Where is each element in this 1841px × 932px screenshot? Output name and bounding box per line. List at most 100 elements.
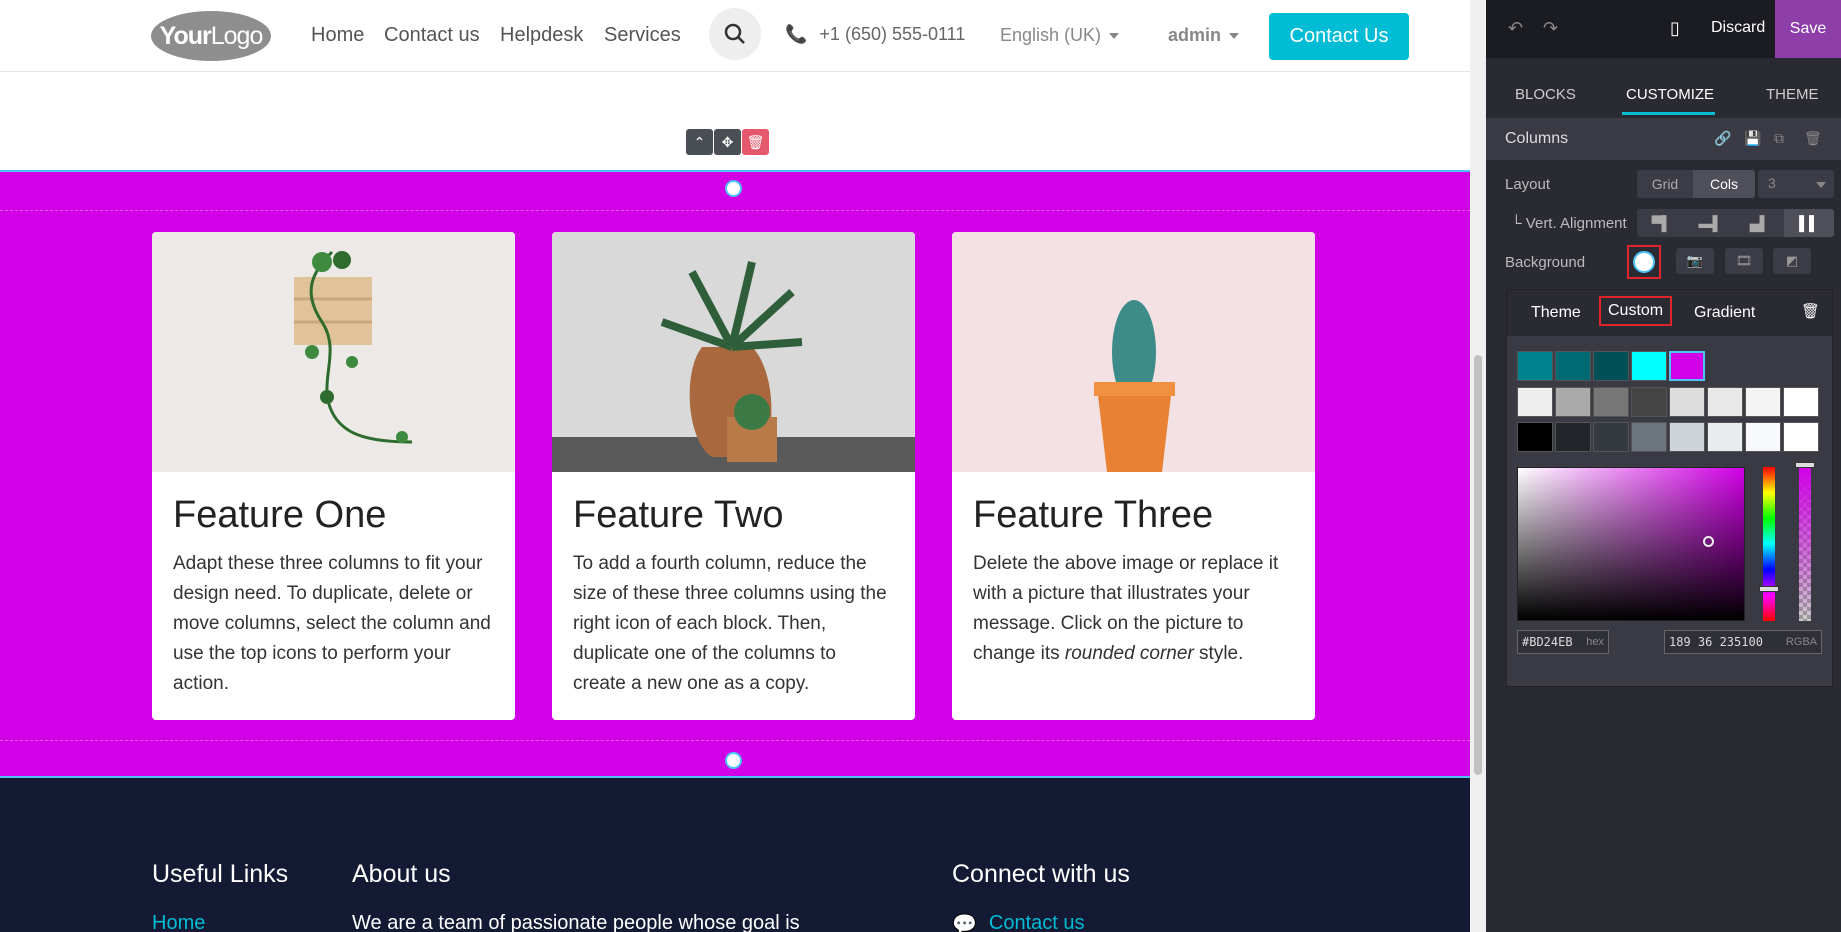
vert-alignment-row: └ Vert. Alignment ▀▌ ▬▌ ▄▌ ▌▌ (1486, 205, 1841, 243)
hue-slider-handle[interactable] (1759, 586, 1779, 592)
opacity-slider[interactable] (1799, 467, 1811, 621)
color-cursor[interactable] (1703, 536, 1714, 547)
color-swatch[interactable] (1517, 422, 1553, 452)
align-bottom-icon[interactable]: ▄▌ (1735, 209, 1784, 237)
layout-grid-option[interactable]: Grid (1637, 170, 1693, 198)
feature-image-vase[interactable] (552, 232, 915, 472)
drag-handle[interactable]: ✥ (714, 129, 741, 155)
color-swatch[interactable] (1707, 387, 1743, 417)
columns-options-header: Columns 🔗 💾 ⧉ 🗑 (1486, 118, 1841, 160)
resize-handle-bottom[interactable] (725, 752, 742, 769)
snippet-toolbar: ⌃ ✥ 🗑 (686, 129, 769, 155)
feature-card-one[interactable]: Feature One Adapt these three columns to… (152, 232, 515, 720)
contact-us-button[interactable]: Contact Us (1269, 13, 1409, 60)
layout-cols-option[interactable]: Cols (1693, 170, 1755, 198)
duplicate-icon[interactable]: ⧉ (1774, 130, 1784, 147)
video-icon[interactable]: 🎞 (1725, 248, 1763, 274)
tab-blocks[interactable]: BLOCKS (1515, 86, 1576, 103)
chevron-down-icon (1109, 32, 1120, 39)
align-top-icon[interactable]: ▀▌ (1637, 209, 1686, 237)
chevron-down-icon (1229, 32, 1240, 39)
nav-services[interactable]: Services (604, 24, 681, 47)
cols-count-select[interactable]: 3 (1758, 170, 1834, 198)
link-icon[interactable]: 🔗 (1714, 130, 1731, 147)
language-selector[interactable]: English (UK) (1000, 25, 1120, 46)
hex-input[interactable]: #BD24EB hex (1517, 630, 1609, 654)
save-snippet-icon[interactable]: 💾 (1744, 130, 1761, 147)
comment-icon: 💬 (952, 914, 977, 932)
align-middle-icon[interactable]: ▬▌ (1686, 209, 1735, 237)
tab-customize[interactable]: CUSTOMIZE (1626, 86, 1714, 103)
chevron-down-icon (1816, 182, 1826, 188)
color-swatch[interactable] (1707, 422, 1743, 452)
color-swatch[interactable] (1555, 351, 1591, 381)
search-button[interactable] (709, 8, 761, 60)
color-swatch[interactable] (1669, 422, 1705, 452)
color-swatch[interactable] (1555, 387, 1591, 417)
redo-icon[interactable]: ↷ (1543, 18, 1558, 39)
color-swatch[interactable] (1593, 351, 1629, 381)
phone-link[interactable]: 📞 +1 (650) 555-0111 (785, 24, 965, 45)
opacity-slider-handle[interactable] (1795, 462, 1815, 468)
mobile-preview-icon[interactable]: ▯ (1670, 18, 1680, 39)
discard-button[interactable]: Discard (1711, 19, 1765, 37)
move-up-button[interactable]: ⌃ (686, 129, 713, 155)
color-swatch[interactable] (1783, 422, 1819, 452)
color-swatch[interactable] (1669, 387, 1705, 417)
site-header: Your Logo Home Contact us Helpdesk Servic… (0, 0, 1470, 72)
footer-contact-link[interactable]: 💬 Contact us (952, 912, 1085, 932)
user-menu[interactable]: admin (1168, 25, 1240, 46)
undo-icon[interactable]: ↶ (1508, 18, 1523, 39)
feature-card-two[interactable]: Feature Two To add a fourth column, redu… (552, 232, 915, 720)
trash-icon[interactable]: 🗑 (1804, 130, 1822, 147)
color-swatch[interactable] (1517, 387, 1553, 417)
editor-panel: ↶ ↷ ▯ Discard Save BLOCKS CUSTOMIZE THEM… (1486, 0, 1841, 932)
site-logo[interactable]: Your Logo (151, 11, 271, 61)
nav-home[interactable]: Home (311, 24, 364, 47)
feature-image-cactus[interactable] (952, 232, 1315, 472)
footer-home-link[interactable]: Home (152, 912, 205, 932)
feature-card-three[interactable]: Feature Three Delete the above image or … (952, 232, 1315, 720)
color-swatch[interactable] (1593, 422, 1629, 452)
tab-theme[interactable]: THEME (1766, 86, 1819, 103)
saturation-value-area[interactable] (1517, 467, 1745, 621)
resize-handle-top[interactable] (725, 180, 742, 197)
color-picker-tabs: Theme Custom Gradient 🗑 (1507, 290, 1832, 336)
feature-text: Adapt these three columns to fit your de… (173, 553, 491, 694)
color-swatch[interactable] (1631, 422, 1667, 452)
color-swatch[interactable] (1593, 387, 1629, 417)
background-color-button[interactable] (1627, 245, 1661, 279)
scrollbar-thumb[interactable] (1474, 355, 1482, 775)
columns-section[interactable]: Feature One Adapt these three columns to… (0, 170, 1470, 778)
color-swatch[interactable] (1745, 422, 1781, 452)
color-swatch[interactable] (1631, 387, 1667, 417)
vert-alignment-label: └ Vert. Alignment (1511, 215, 1627, 232)
page-scrollbar[interactable] (1470, 0, 1486, 932)
color-swatch[interactable] (1669, 351, 1705, 381)
delete-snippet-button[interactable]: 🗑 (742, 129, 769, 155)
active-tab-indicator (1622, 112, 1715, 115)
picker-tab-gradient[interactable]: Gradient (1687, 300, 1762, 326)
picker-tab-theme[interactable]: Theme (1524, 300, 1588, 326)
picker-tab-custom[interactable]: Custom (1599, 296, 1673, 326)
shape-icon[interactable]: ◩ (1773, 248, 1811, 274)
color-swatch[interactable] (1517, 351, 1553, 381)
feature-image-plant-box[interactable] (152, 232, 515, 472)
nav-helpdesk[interactable]: Helpdesk (500, 24, 583, 47)
color-swatch[interactable] (1631, 351, 1667, 381)
save-button[interactable]: Save (1775, 0, 1841, 58)
feature-text: To add a fourth column, reduce the size … (573, 553, 887, 694)
rgba-input[interactable]: 189 36 235100 RGBA (1664, 630, 1822, 654)
color-swatch[interactable] (1555, 422, 1591, 452)
camera-icon[interactable]: 📷 (1676, 248, 1714, 274)
color-swatch[interactable] (1745, 387, 1781, 417)
trash-icon[interactable]: 🗑 (1801, 302, 1820, 320)
nav-contact-us[interactable]: Contact us (384, 24, 480, 47)
website-canvas: Your Logo Home Contact us Helpdesk Servic… (0, 0, 1470, 932)
hue-slider[interactable] (1763, 467, 1775, 621)
background-row: Background 📷 🎞 ◩ (1486, 244, 1841, 282)
align-stretch-icon[interactable]: ▌▌ (1784, 209, 1834, 237)
layout-row: Layout Grid Cols 3 (1486, 166, 1841, 204)
color-swatch[interactable] (1783, 387, 1819, 417)
feature-title: Feature One (173, 494, 387, 536)
